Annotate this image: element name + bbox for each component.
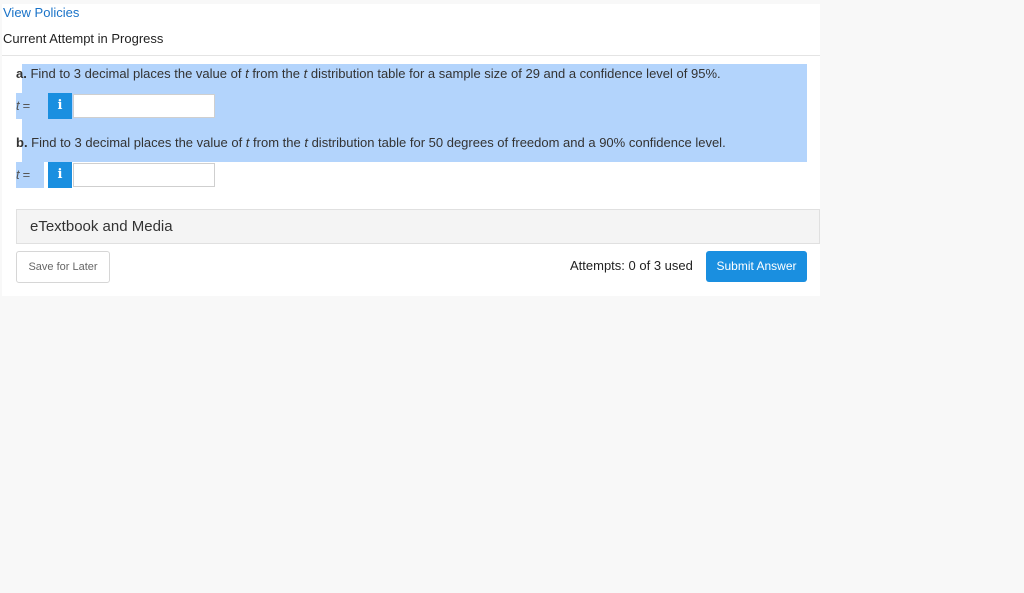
submit-answer-button[interactable]: Submit Answer: [706, 251, 807, 282]
save-for-later-button[interactable]: Save for Later: [16, 251, 110, 283]
question-card: View Policies Current Attempt in Progres…: [2, 4, 820, 296]
question-b-text: b. Find to 3 decimal places the value of…: [16, 135, 726, 150]
etextbook-media-section[interactable]: eTextbook and Media: [16, 209, 820, 244]
header-divider: [2, 55, 820, 56]
question-part-label: b.: [16, 135, 28, 150]
info-icon[interactable]: i: [48, 162, 72, 188]
answer-label-b: t =: [16, 162, 44, 188]
attempts-counter: Attempts: 0 of 3 used: [570, 258, 693, 273]
answer-label-a: t =: [16, 93, 44, 119]
attempt-status-heading: Current Attempt in Progress: [3, 31, 164, 46]
question-part-label: a.: [16, 66, 27, 81]
info-icon[interactable]: i: [48, 93, 72, 119]
answer-input-b[interactable]: [73, 163, 215, 187]
view-policies-link[interactable]: View Policies: [3, 5, 79, 20]
question-a-text: a. Find to 3 decimal places the value of…: [16, 66, 721, 81]
answer-row-a: t = i: [16, 93, 215, 119]
answer-row-b: t = i: [16, 162, 215, 188]
answer-input-a[interactable]: [73, 94, 215, 118]
